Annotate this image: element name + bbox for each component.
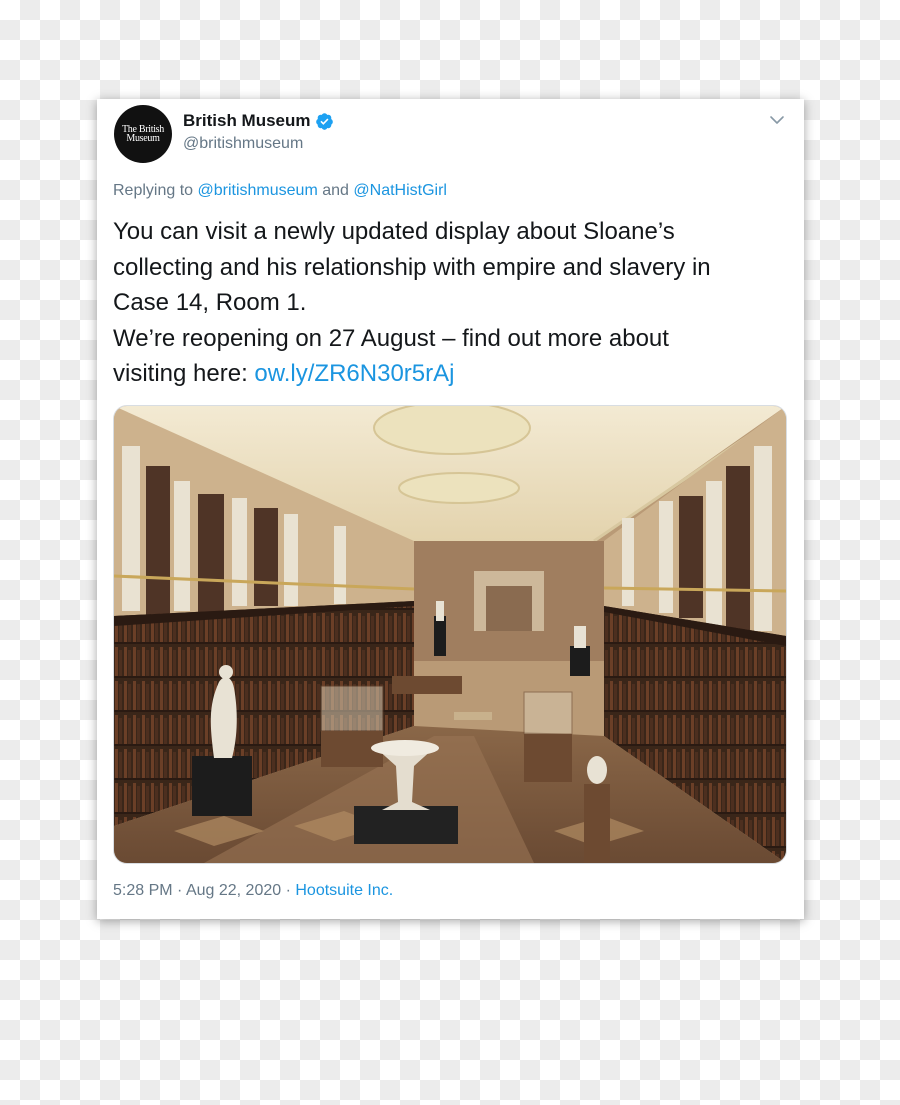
tweet-time[interactable]: 5:28 PM [113,882,173,899]
avatar[interactable]: The British Museum [114,105,172,163]
tweet-text-line: You can visit a newly updated display ab… [113,218,675,245]
replying-to-conjunction: and [322,182,349,199]
tweet-text: You can visit a newly updated display ab… [113,214,793,392]
tweet-link[interactable]: ow.ly/ZR6N30r5rAj [254,360,454,387]
tweet-text-fragment: visiting here: [113,360,248,387]
account-display-name[interactable]: British Museum [183,111,311,131]
account-name-row: British Museum [183,111,334,131]
mention-nathistgirl[interactable]: @NatHistGirl [353,182,447,199]
tweet-text-line: collecting and his relationship with emp… [113,253,711,281]
meta-separator: · [177,882,183,899]
gallery-photo [114,406,786,863]
tweet-text-last-line: visiting here: ow.ly/ZR6N30r5rAj [113,356,793,392]
tweet-date[interactable]: Aug 22, 2020 [186,882,281,899]
verified-badge-icon [315,112,333,130]
account-handle[interactable]: @britishmuseum [183,135,303,153]
meta-separator: · [285,882,291,899]
tweet-meta: 5:28 PM · Aug 22, 2020 · Hootsuite Inc. [113,882,393,900]
tweet-card: The British Museum British Museum @briti… [97,99,804,919]
tweet-source[interactable]: Hootsuite Inc. [295,882,393,899]
tweet-text-line: We’re reopening on 27 August – find out … [113,324,669,352]
tweet-image[interactable] [113,405,787,864]
british-museum-logo: The British Museum [122,124,164,144]
chevron-down-icon[interactable] [769,112,785,128]
mention-britishmuseum[interactable]: @britishmuseum [198,182,318,199]
replying-to: Replying to @britishmuseum and @NatHistG… [113,182,447,200]
replying-to-label: Replying to [113,182,194,199]
tweet-text-line: Case 14, Room 1. [113,289,307,316]
